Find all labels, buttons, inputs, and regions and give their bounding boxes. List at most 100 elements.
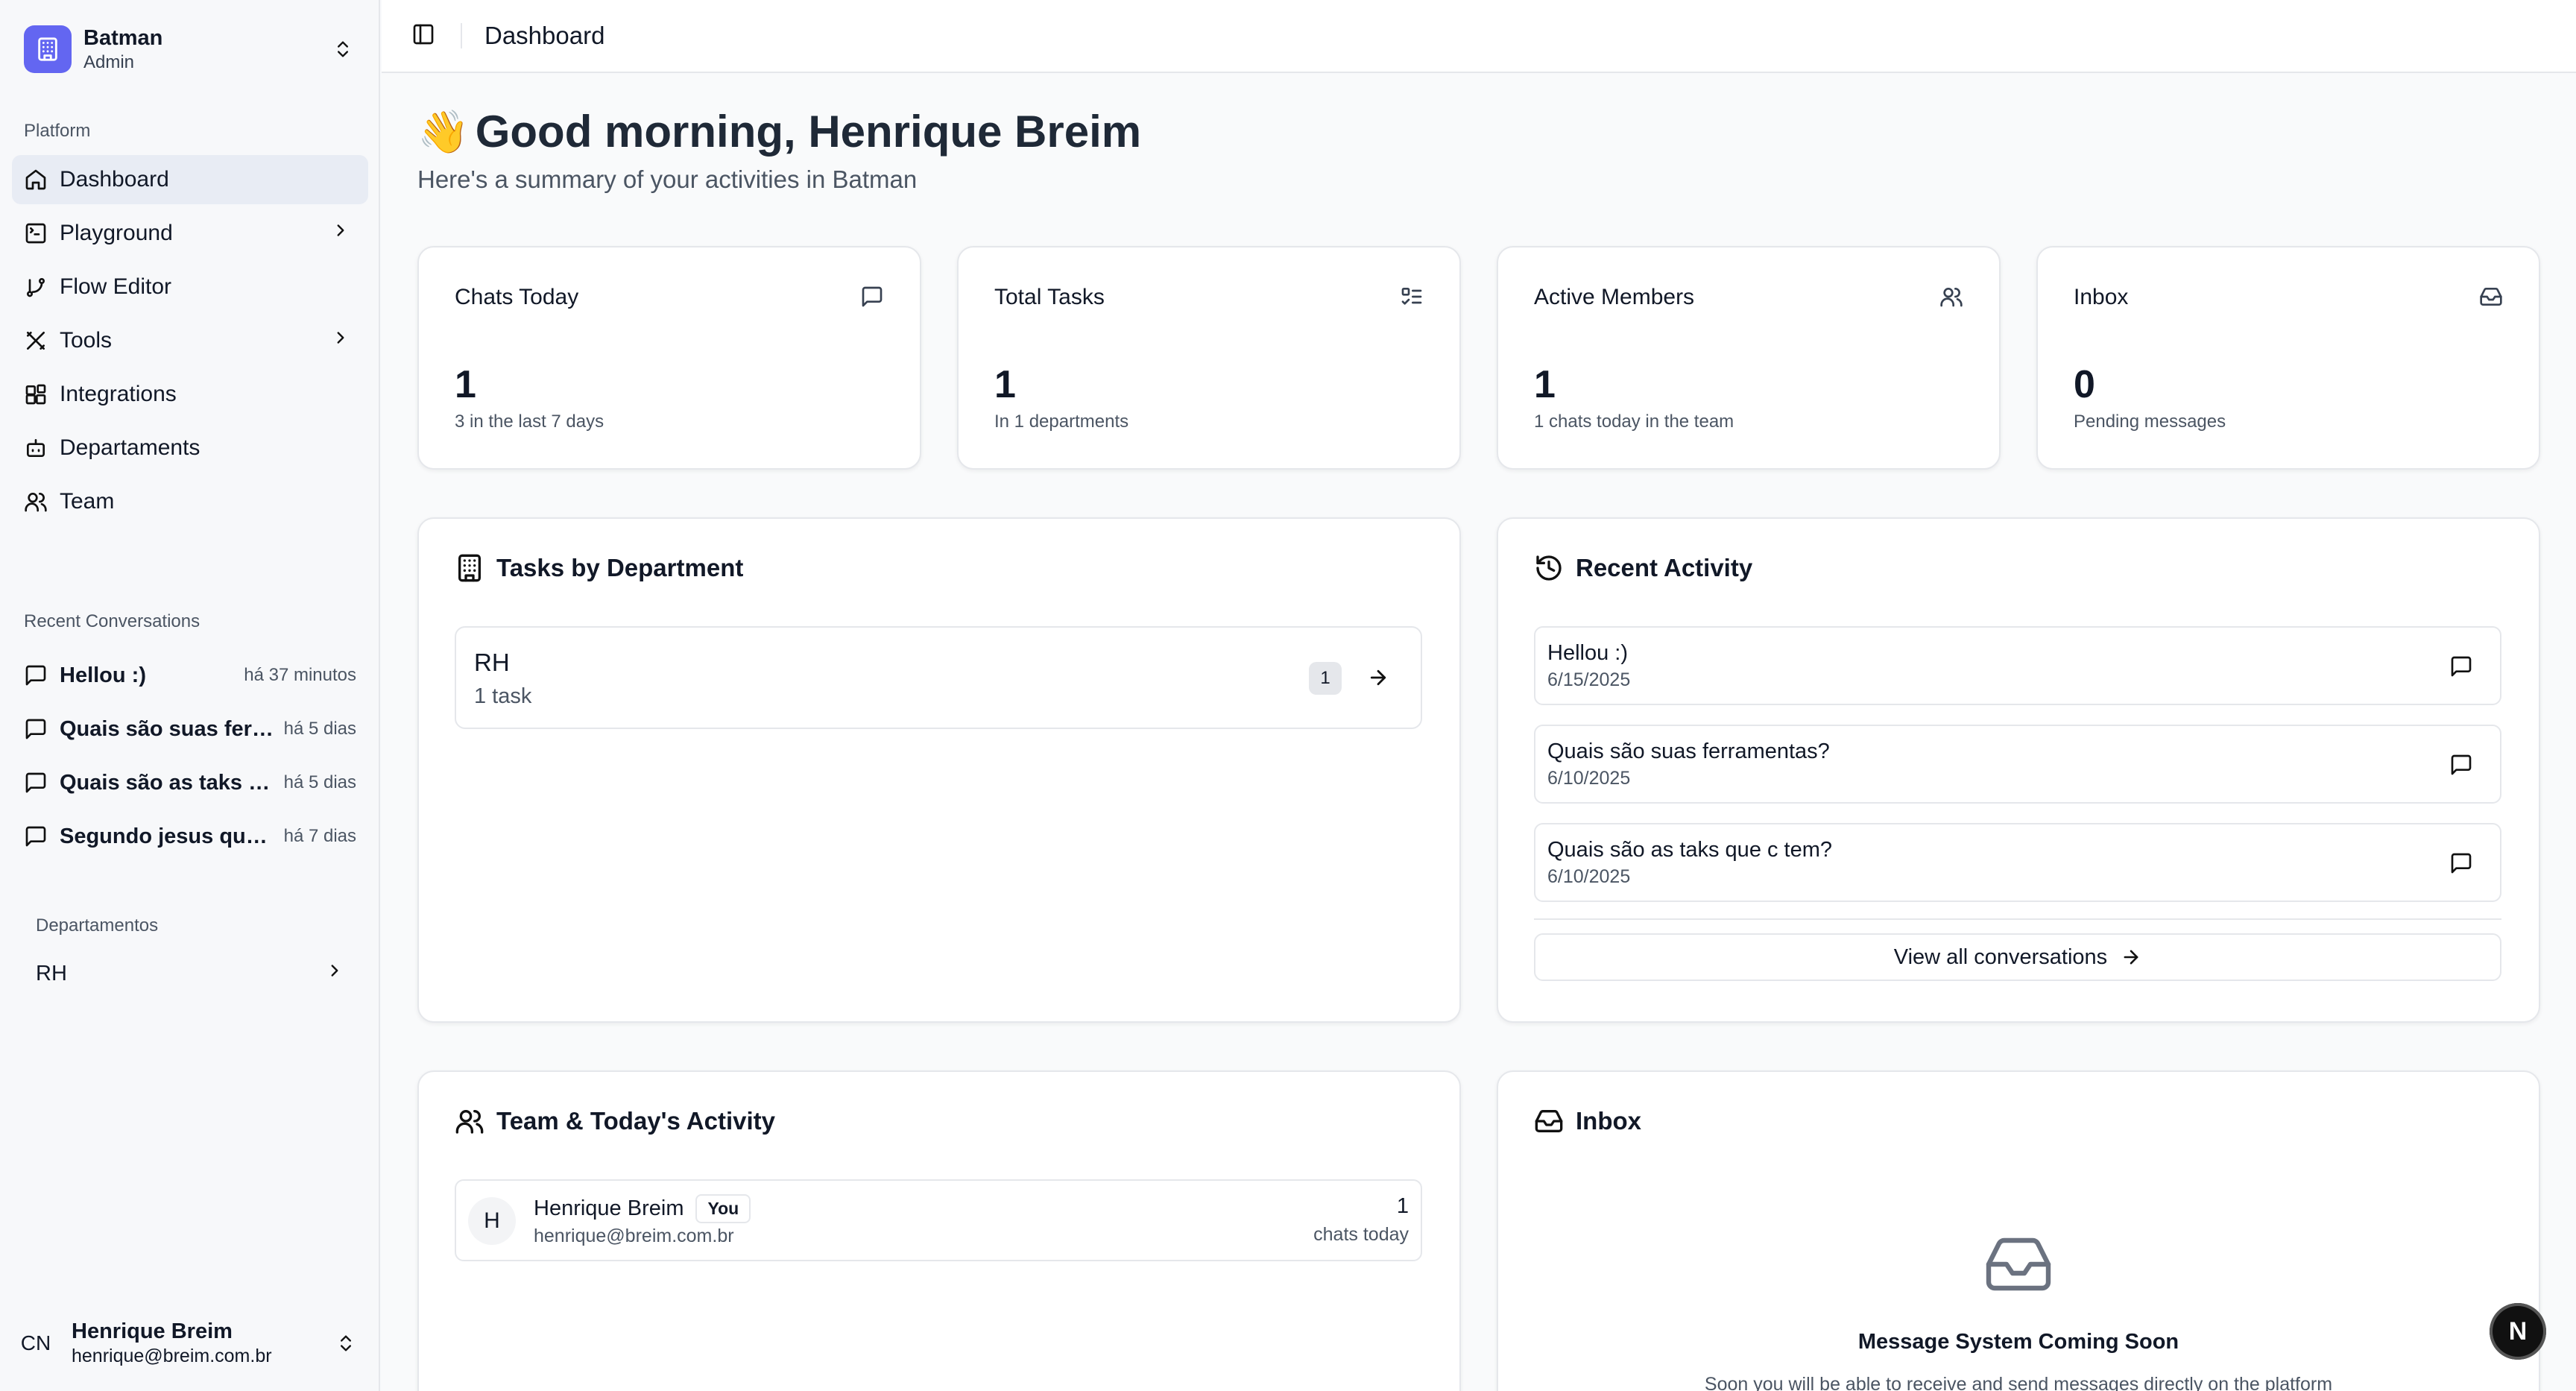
sidebar-item-label: Tools (60, 328, 113, 353)
stat-value: 1 (455, 363, 476, 406)
stat-value: 1 (994, 363, 1016, 406)
conversation-time: há 5 dias (283, 719, 356, 739)
conversation-item[interactable]: Quais são as taks que c tem? há 5 dias (12, 759, 368, 807)
greeting-text: Good morning, Henrique Breim (475, 107, 1142, 157)
breadcrumb: Dashboard (484, 22, 605, 49)
department-row[interactable]: RH 1 task 1 (455, 626, 1422, 729)
panel-left-icon (411, 22, 435, 50)
sidebar-item-team[interactable]: Team (12, 477, 368, 526)
workspace-switcher[interactable]: Batman Admin (12, 16, 365, 82)
conversation-item[interactable]: Quais são suas ferramentas? há 5 dias (12, 705, 368, 753)
user-name: Henrique Breim (72, 1319, 233, 1343)
activity-date: 6/10/2025 (1547, 866, 1631, 887)
department-task-count: 1 task (474, 684, 532, 708)
stat-value: 1 (1534, 363, 1556, 406)
page-title: 👋 Good morning, Henrique Breim (417, 106, 1141, 157)
sidebar-item-label: Flow Editor (60, 274, 172, 299)
sidebar: Batman Admin Platform Dashboard Playgrou… (0, 0, 380, 1391)
chevron-right-icon (331, 328, 350, 353)
users-icon (455, 1106, 484, 1136)
department-label: RH (36, 961, 67, 985)
git-branch-icon (24, 275, 48, 299)
stat-subtext: 3 in the last 7 days (455, 411, 604, 432)
sidebar-item-label: Team (60, 489, 115, 514)
sidebar-item-integrations[interactable]: Integrations (12, 370, 368, 419)
panel-title-text: Recent Activity (1576, 554, 1753, 581)
stat-subtext: In 1 departments (994, 411, 1129, 432)
stat-title: Chats Today (455, 285, 579, 309)
inbox-empty-state: Message System Coming Soon Soon you will… (1498, 1228, 2539, 1391)
conversation-time: há 5 dias (283, 772, 356, 792)
divider (461, 23, 462, 48)
message-square-icon (2449, 851, 2473, 875)
topbar: Dashboard (382, 0, 2576, 73)
conversation-item[interactable]: Hellou :) há 37 minutos (12, 652, 368, 699)
panel-title-text: Inbox (1576, 1107, 1641, 1135)
avatar: H (468, 1197, 516, 1245)
panel-title: Inbox (1534, 1106, 1641, 1136)
wave-emoji: 👋 (417, 107, 470, 155)
page-subtitle: Here's a summary of your activities in B… (417, 165, 918, 193)
panel-title-text: Tasks by Department (496, 554, 744, 581)
tasks-by-department-card: Tasks by Department RH 1 task 1 (417, 517, 1461, 1023)
arrow-right-icon (2121, 947, 2141, 968)
department-name: RH (474, 649, 510, 676)
sidebar-item-playground[interactable]: Playground (12, 209, 368, 258)
terminal-icon (24, 221, 48, 245)
inbox-icon (1983, 1228, 2054, 1300)
tools-icon (24, 329, 48, 353)
list-checks-icon (1400, 285, 1425, 310)
users-icon (1939, 285, 1965, 310)
activity-item[interactable]: Quais são suas ferramentas? 6/10/2025 (1534, 725, 2501, 804)
conversation-title: Hellou :) (60, 663, 146, 687)
conversation-time: há 37 minutos (244, 665, 356, 685)
empty-state-title: Message System Coming Soon (1857, 1330, 2179, 1354)
recent-activity-card: Recent Activity Hellou :) 6/15/2025 Quai… (1497, 517, 2540, 1023)
recent-conversations-label: Recent Conversations (24, 611, 201, 631)
activity-date: 6/15/2025 (1547, 669, 1631, 690)
inbox-card: Inbox Message System Coming Soon Soon yo… (1497, 1070, 2540, 1391)
member-email: henrique@breim.com.br (534, 1226, 734, 1246)
sidebar-department-rh[interactable]: RH (24, 950, 356, 997)
next-dev-tools-button[interactable]: N (2490, 1303, 2546, 1360)
stat-subtext: 1 chats today in the team (1534, 411, 1734, 432)
team-member-row[interactable]: H Henrique Breim You henrique@breim.com.… (455, 1179, 1422, 1261)
sidebar-item-departaments[interactable]: Departaments (12, 423, 368, 473)
chevron-right-icon (331, 221, 350, 246)
activity-item[interactable]: Quais são as taks que c tem? 6/10/2025 (1534, 823, 2501, 902)
sidebar-item-dashboard[interactable]: Dashboard (12, 155, 368, 204)
conversation-time: há 7 dias (283, 826, 356, 846)
message-square-icon (24, 824, 48, 848)
message-square-icon (2449, 753, 2473, 777)
blocks-icon (24, 382, 48, 406)
team-activity-card: Team & Today's Activity H Henrique Breim… (417, 1070, 1461, 1391)
member-chat-count: 1 (1396, 1194, 1409, 1218)
activity-date: 6/10/2025 (1547, 768, 1631, 789)
sidebar-item-tools[interactable]: Tools (12, 316, 368, 365)
user-menu[interactable]: CN Henrique Breim henrique@breim.com.br (12, 1312, 368, 1375)
message-square-icon (24, 663, 48, 687)
sidebar-item-flow-editor[interactable]: Flow Editor (12, 262, 368, 312)
sidebar-toggle-button[interactable] (408, 21, 438, 51)
conversation-title: Segundo jesus que ... (60, 824, 276, 848)
stat-subtext: Pending messages (2074, 411, 2226, 432)
departments-label: Departamentos (36, 915, 159, 936)
stat-title: Active Members (1534, 285, 1695, 309)
empty-state-text: Soon you will be able to receive and sen… (1704, 1374, 2333, 1391)
workspace-name: Batman (83, 26, 163, 50)
activity-item[interactable]: Hellou :) 6/15/2025 (1534, 626, 2501, 705)
panel-title: Recent Activity (1534, 553, 1752, 583)
main-content: 👋 Good morning, Henrique Breim Here's a … (382, 75, 2576, 1391)
task-count-badge: 1 (1309, 662, 1342, 695)
stat-title: Total Tasks (994, 285, 1105, 309)
view-all-conversations-button[interactable]: View all conversations (1534, 933, 2501, 981)
conversation-item[interactable]: Segundo jesus que ... há 7 dias (12, 813, 368, 860)
chevrons-up-down-icon (335, 1333, 356, 1354)
conversation-title: Quais são as taks que c tem? (60, 770, 276, 795)
sidebar-item-label: Playground (60, 221, 173, 245)
message-square-icon (24, 771, 48, 795)
bot-icon (24, 436, 48, 460)
inbox-icon (2479, 285, 2504, 310)
message-square-icon (24, 717, 48, 741)
chevron-right-icon (325, 961, 344, 986)
